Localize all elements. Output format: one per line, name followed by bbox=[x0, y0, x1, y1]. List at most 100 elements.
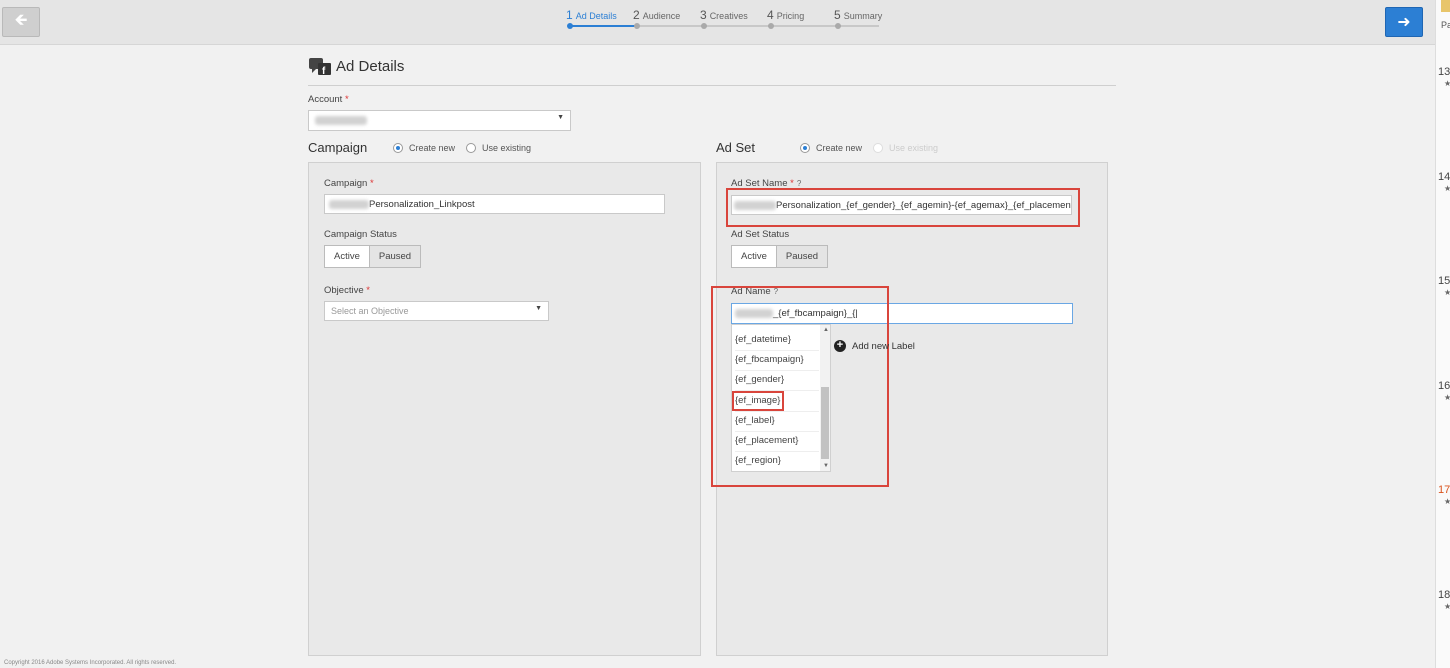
required-mark: * bbox=[369, 178, 374, 189]
strip-thumbnail bbox=[1441, 0, 1450, 12]
step-dot bbox=[835, 23, 841, 29]
plus-circle-icon: + bbox=[834, 340, 846, 352]
step-number: 4 bbox=[767, 8, 774, 22]
step-summary[interactable]: 5 Summary bbox=[834, 8, 901, 29]
adset-heading: Ad Set bbox=[716, 140, 756, 155]
objective-placeholder: Select an Objective bbox=[331, 306, 409, 316]
page-title: f Ad Details bbox=[308, 56, 404, 76]
arrow-right-icon: ➜ bbox=[1397, 14, 1411, 31]
chevron-down-icon: ▼ bbox=[557, 114, 564, 121]
step-number: 2 bbox=[633, 8, 640, 22]
campaign-status-paused[interactable]: Paused bbox=[369, 246, 421, 267]
star-icon: ★ bbox=[1444, 392, 1450, 404]
calendar-day[interactable]: 18★ bbox=[1438, 589, 1450, 613]
wizard-header: 🡸 1 Ad Details 2 Audience 3 Creatives 4 Pric… bbox=[0, 0, 1435, 45]
campaign-status-label: Campaign Status bbox=[324, 229, 397, 240]
calendar-day-today[interactable]: 17★ bbox=[1438, 484, 1450, 508]
page-title-text: Ad Details bbox=[336, 57, 405, 75]
step-ad-details[interactable]: 1 Ad Details bbox=[566, 8, 637, 29]
step-bar bbox=[837, 25, 879, 27]
step-number: 1 bbox=[566, 8, 573, 22]
adset-status-active[interactable]: Active bbox=[732, 246, 777, 267]
step-creatives[interactable]: 3 Creatives bbox=[700, 8, 771, 29]
radio-selected-icon bbox=[393, 143, 403, 153]
campaign-name-input[interactable]: Personalization_Linkpost bbox=[324, 194, 665, 214]
redacted-text bbox=[315, 116, 367, 126]
account-select[interactable]: ▼ bbox=[308, 110, 571, 131]
objective-label: Objective * bbox=[324, 285, 370, 296]
add-new-label-button[interactable]: + Add new Label bbox=[834, 340, 915, 352]
step-label: Ad Details bbox=[575, 11, 617, 21]
radio-label: Create new bbox=[409, 143, 456, 153]
help-icon[interactable]: ? bbox=[797, 179, 801, 188]
star-icon: ★ bbox=[1444, 496, 1450, 508]
copyright-footer: Copyright 2016 Adobe Systems Incorporate… bbox=[4, 660, 177, 666]
adset-create-new-radio[interactable]: Create new bbox=[800, 143, 862, 153]
step-dot bbox=[768, 23, 774, 29]
next-button[interactable]: ➜ bbox=[1385, 7, 1423, 37]
calendar-day[interactable]: 16★ bbox=[1438, 380, 1450, 404]
account-label-text: Account bbox=[308, 94, 343, 105]
adset-status-paused[interactable]: Paused bbox=[776, 246, 828, 267]
campaign-name-value: Personalization_Linkpost bbox=[369, 199, 475, 210]
campaign-status-toggle: Active Paused bbox=[324, 245, 422, 268]
step-dot bbox=[701, 23, 707, 29]
highlight-box-adset-name bbox=[726, 188, 1080, 227]
add-new-label-text: Add new Label bbox=[852, 340, 915, 352]
campaign-status-active[interactable]: Active bbox=[325, 246, 370, 267]
wizard-steps: 1 Ad Details 2 Audience 3 Creatives 4 Pricin… bbox=[566, 8, 901, 29]
day-number: 15 bbox=[1438, 275, 1450, 287]
step-number: 3 bbox=[700, 8, 707, 22]
adset-status-toggle: Active Paused bbox=[731, 245, 829, 268]
campaign-label-text: Campaign bbox=[324, 178, 368, 189]
divider bbox=[308, 85, 1116, 86]
adset-use-existing-radio[interactable]: Use existing bbox=[873, 143, 938, 153]
step-number: 5 bbox=[834, 8, 841, 22]
step-pricing[interactable]: 4 Pricing bbox=[767, 8, 838, 29]
star-icon: ★ bbox=[1444, 78, 1450, 90]
star-icon: ★ bbox=[1444, 287, 1450, 299]
step-bar bbox=[703, 25, 771, 27]
star-icon: ★ bbox=[1444, 183, 1450, 195]
objective-label-text: Objective bbox=[324, 285, 364, 296]
step-audience[interactable]: 2 Audience bbox=[633, 8, 704, 29]
calendar-strip: Pa 13★ 14★ 15★ 16★ 17★ 18★ bbox=[1435, 0, 1450, 668]
adset-status-label: Ad Set Status bbox=[731, 229, 790, 240]
campaign-heading: Campaign bbox=[308, 140, 368, 155]
step-bar bbox=[569, 25, 637, 27]
day-number: 18 bbox=[1438, 589, 1450, 601]
step-label: Creatives bbox=[709, 11, 748, 21]
campaign-label: Campaign * bbox=[324, 178, 374, 189]
day-number: 14 bbox=[1438, 171, 1450, 183]
radio-label: Use existing bbox=[889, 143, 939, 153]
arrow-left-icon: 🡸 bbox=[14, 11, 28, 29]
campaign-create-new-radio[interactable]: Create new bbox=[393, 143, 455, 153]
highlight-box-ad-name bbox=[711, 286, 889, 487]
campaign-use-existing-radio[interactable]: Use existing bbox=[466, 143, 531, 153]
radio-label: Create new bbox=[816, 143, 863, 153]
strip-text: Pa bbox=[1441, 20, 1450, 30]
account-label: Account * bbox=[308, 94, 349, 105]
day-number: 17 bbox=[1438, 484, 1450, 496]
step-dot bbox=[634, 23, 640, 29]
required-mark: * bbox=[344, 94, 349, 105]
back-button[interactable]: 🡸 bbox=[2, 7, 40, 37]
step-bar bbox=[636, 25, 704, 27]
redacted-text bbox=[329, 199, 369, 209]
calendar-day[interactable]: 14★ bbox=[1438, 171, 1450, 195]
step-label: Summary bbox=[843, 11, 883, 21]
step-dot bbox=[567, 23, 573, 29]
objective-select[interactable]: Select an Objective ▼ bbox=[324, 301, 549, 321]
step-bar bbox=[770, 25, 838, 27]
required-mark: * bbox=[366, 285, 370, 296]
day-number: 16 bbox=[1438, 380, 1450, 392]
radio-empty-icon bbox=[466, 143, 476, 153]
day-number: 13 bbox=[1438, 66, 1450, 78]
calendar-day[interactable]: 13★ bbox=[1438, 66, 1450, 90]
step-label: Audience bbox=[642, 11, 681, 21]
facebook-ads-icon: f bbox=[309, 58, 331, 76]
chevron-down-icon: ▼ bbox=[535, 305, 542, 312]
radio-selected-icon bbox=[800, 143, 810, 153]
radio-label: Use existing bbox=[482, 143, 532, 153]
calendar-day[interactable]: 15★ bbox=[1438, 275, 1450, 299]
